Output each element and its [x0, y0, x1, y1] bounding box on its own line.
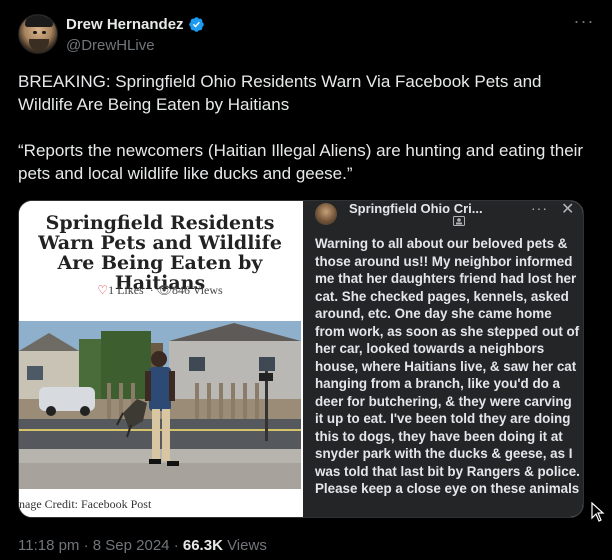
fb-post-body: Warning to all about our beloved pets & … [315, 235, 583, 498]
eye-icon: 👁 [156, 283, 172, 297]
fb-group-avatar [315, 203, 337, 225]
image-credit: nage Credit: Facebook Post [19, 497, 152, 511]
verified-badge-icon [188, 17, 204, 32]
facebook-post-screenshot: Springfield Ohio Cri... ··· ✕ Warning to… [303, 200, 583, 517]
article-views: 846 Views [171, 283, 223, 297]
tweet-media-image[interactable]: Springfield Residents Warn Pets and Wild… [18, 200, 584, 518]
views-label: Views [227, 537, 267, 554]
tweet-date[interactable]: 8 Sep 2024 [93, 537, 170, 554]
more-options-icon[interactable]: ··· [572, 12, 596, 34]
footer-separator-2: · [173, 537, 179, 554]
views-count: 66.3K [182, 537, 223, 554]
heart-icon: ♡ [97, 283, 109, 297]
fb-profile-icon [453, 216, 465, 226]
author-name-row[interactable]: Drew Hernandez [66, 16, 205, 33]
author-handle[interactable]: @DrewHLive [66, 37, 155, 54]
fb-close-icon: ✕ [561, 201, 575, 218]
fb-post-text: Warning to all about our beloved pets & … [315, 236, 580, 496]
tweet-paragraph-2: “Reports the newcomers (Haitian Illegal … [18, 141, 584, 183]
article-title: Springfield Residents Warn Pets and Wild… [38, 212, 282, 294]
tweet-text: BREAKING: Springfield Ohio Residents War… [18, 70, 594, 208]
fb-group-name: Springfield Ohio Cri... [349, 201, 483, 216]
tweet-paragraph-1: BREAKING: Springfield Ohio Residents War… [18, 72, 542, 114]
article-stats: ♡1 Likes · 👁846 Views [97, 283, 223, 297]
article-likes: 1 Likes [108, 283, 144, 297]
tweet-footer: 11:18 pm · 8 Sep 2024 · 66.3K Views [18, 537, 267, 554]
tweet-header: Drew Hernandez @DrewHLive ··· [18, 12, 598, 56]
author-name[interactable]: Drew Hernandez [66, 16, 184, 33]
tweet-time[interactable]: 11:18 pm [18, 537, 79, 554]
mouse-cursor-icon [591, 502, 605, 522]
author-avatar[interactable] [18, 14, 58, 54]
footer-separator: · [83, 537, 89, 554]
fb-more-icon: ··· [531, 200, 548, 216]
street-photo [19, 321, 301, 489]
article-screenshot: Springfield Residents Warn Pets and Wild… [19, 201, 301, 517]
